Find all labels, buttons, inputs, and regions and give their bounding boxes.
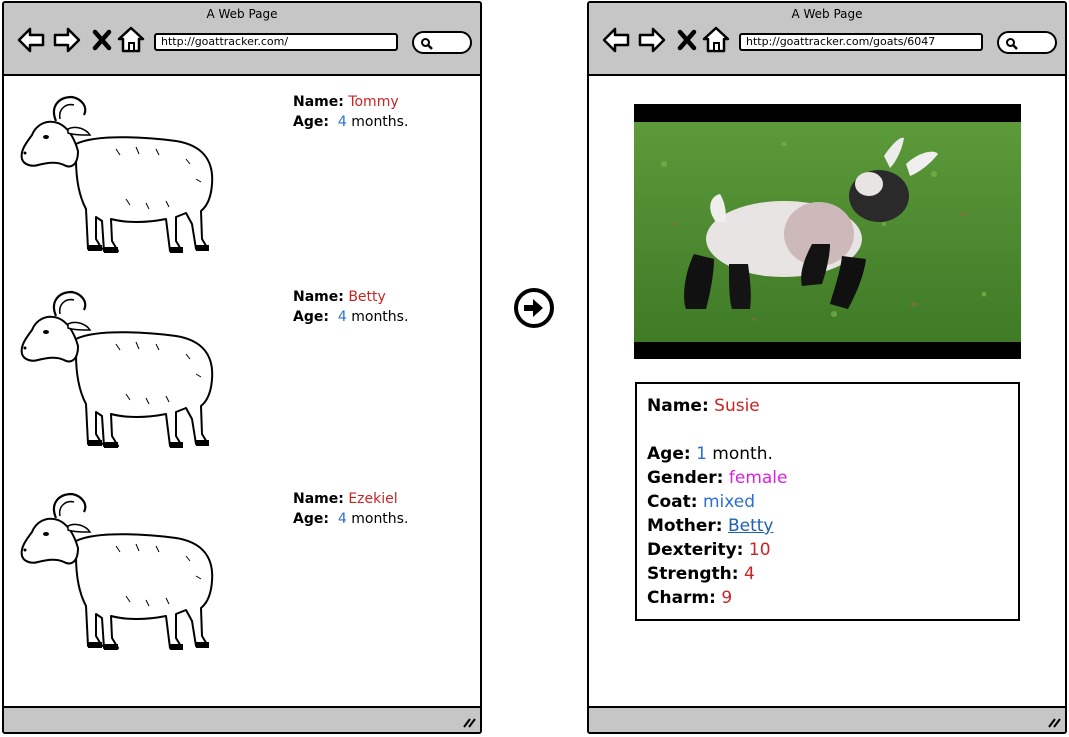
browser-window-list: A Web Page http://goattracker.com/ Name:…	[2, 1, 482, 734]
forward-arrow-icon[interactable]	[637, 25, 667, 55]
browser-toolbar: A Web Page http://goattracker.com/	[4, 3, 480, 76]
name-label: Name:	[293, 289, 344, 305]
search-input[interactable]	[997, 31, 1057, 54]
goat-photo	[634, 104, 1021, 359]
status-bar	[4, 706, 480, 732]
goat-coat: mixed	[702, 492, 756, 512]
goat-card[interactable]: Name: Tommy Age: 4 months.	[293, 92, 408, 132]
mother-link[interactable]: Betty	[728, 516, 774, 536]
age-unit: months.	[351, 511, 409, 527]
status-bar	[589, 706, 1065, 732]
close-icon[interactable]	[673, 25, 703, 55]
home-icon[interactable]	[116, 25, 146, 55]
goat-card[interactable]: Name: Betty Age: 4 months.	[293, 287, 408, 327]
goat-gender: female	[728, 468, 788, 488]
search-input[interactable]	[412, 31, 472, 54]
age-label: Age:	[293, 114, 329, 130]
browser-window-detail: A Web Page http://goattracker.com/goats/…	[587, 1, 1067, 734]
goat-dexterity: 10	[748, 540, 771, 560]
goat-age: 4	[337, 309, 347, 325]
age-unit: months.	[351, 309, 409, 325]
resize-grip-icon[interactable]	[462, 716, 476, 728]
close-icon[interactable]	[88, 25, 118, 55]
goat-age: 4	[337, 114, 347, 130]
goat-photo-image	[634, 122, 1021, 342]
age-label: Age:	[293, 511, 329, 527]
goat-age: 1	[696, 444, 707, 464]
back-arrow-icon[interactable]	[16, 25, 46, 55]
age-unit: months.	[351, 114, 409, 130]
circle-arrow-right-icon	[514, 288, 554, 328]
browser-toolbar: A Web Page http://goattracker.com/goats/…	[589, 3, 1065, 76]
goat-card[interactable]: Name: Ezekiel Age: 4 months.	[293, 489, 408, 529]
address-bar[interactable]: http://goattracker.com/	[154, 33, 398, 51]
mother-label: Mother:	[647, 516, 723, 536]
search-icon	[421, 38, 433, 50]
window-title: A Web Page	[791, 7, 863, 21]
age-unit: month.	[712, 444, 773, 464]
dexterity-label: Dexterity:	[647, 540, 744, 560]
goat-name: Betty	[348, 289, 386, 305]
window-title: A Web Page	[206, 7, 278, 21]
resize-grip-icon[interactable]	[1047, 716, 1061, 728]
goat-charm: 9	[721, 588, 733, 608]
gender-label: Gender:	[647, 468, 724, 488]
strength-label: Strength:	[647, 564, 739, 584]
name-label: Name:	[293, 491, 344, 507]
coat-label: Coat:	[647, 492, 698, 512]
charm-label: Charm:	[647, 588, 716, 608]
goat-illustration[interactable]	[16, 89, 218, 259]
goat-illustration[interactable]	[16, 486, 218, 656]
goat-strength: 4	[744, 564, 755, 584]
name-label: Name:	[293, 94, 344, 110]
forward-arrow-icon[interactable]	[52, 25, 82, 55]
goat-name: Tommy	[348, 94, 399, 110]
goat-name: Ezekiel	[348, 491, 398, 507]
goat-illustration[interactable]	[16, 284, 218, 454]
age-label: Age:	[647, 444, 691, 464]
goat-details-panel: Name: Susie Age: 1 month. Gender: female…	[635, 382, 1020, 621]
back-arrow-icon[interactable]	[601, 25, 631, 55]
goat-name: Susie	[714, 396, 760, 416]
home-icon[interactable]	[701, 25, 731, 55]
age-label: Age:	[293, 309, 329, 325]
name-label: Name:	[647, 396, 709, 416]
address-bar[interactable]: http://goattracker.com/goats/6047	[739, 33, 983, 51]
search-icon	[1006, 38, 1018, 50]
goat-age: 4	[337, 511, 347, 527]
